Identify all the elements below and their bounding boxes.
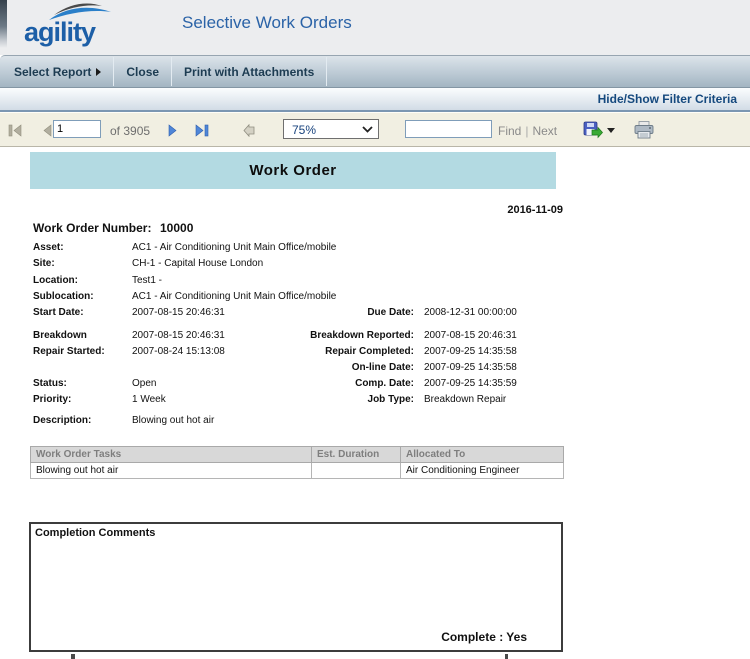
- page-title: Selective Work Orders: [182, 13, 352, 33]
- zoom-value: 75%: [292, 123, 316, 137]
- menu-item-label: Print with Attachments: [184, 65, 314, 79]
- export-caret-icon[interactable]: [607, 128, 615, 133]
- report-toolbar: of 3905 75% Find|Next: [0, 112, 750, 147]
- field-label: Repair Completed:: [250, 346, 414, 357]
- field-label: Priority:: [33, 394, 71, 405]
- field-value: 1 Week: [132, 394, 166, 405]
- field-value: 2007-09-25 14:35:58: [424, 362, 517, 373]
- print-icon[interactable]: [633, 121, 655, 139]
- field-row-start-due: Start Date: 2007-08-15 20:46:31 Due Date…: [0, 307, 563, 320]
- column-header-tasks: Work Order Tasks: [31, 447, 312, 463]
- field-label: Repair Started:: [33, 346, 105, 357]
- export-icon[interactable]: [583, 121, 603, 139]
- field-value: AC1 - Air Conditioning Unit Main Office/…: [132, 242, 336, 253]
- filter-criteria-bar: Hide/Show Filter Criteria: [0, 88, 750, 112]
- field-value: 2007-08-15 20:46:31: [424, 330, 517, 341]
- field-label: Status:: [33, 378, 67, 389]
- field-label: Description:: [33, 415, 91, 426]
- field-value: 2007-08-15 20:46:31: [132, 307, 225, 318]
- app-header: agility Selective Work Orders: [0, 0, 750, 55]
- find-next-separator: |: [521, 124, 532, 138]
- work-order-number-value: 10000: [160, 221, 193, 235]
- field-value: 2007-08-24 15:13:08: [132, 346, 225, 357]
- field-label: Location:: [33, 275, 78, 286]
- field-row-sublocation: Sublocation: AC1 - Air Conditioning Unit…: [0, 291, 563, 304]
- field-label: Comp. Date:: [250, 378, 414, 389]
- agility-logo: agility: [22, 1, 142, 53]
- allocated-cell: Air Conditioning Engineer: [401, 463, 564, 479]
- field-label: Job Type:: [250, 394, 414, 405]
- field-value: 2008-12-31 00:00:00: [424, 307, 517, 318]
- complete-status-label: Complete : Yes: [441, 630, 527, 644]
- field-row-location: Location: Test1 -: [0, 275, 563, 288]
- app-window: agility Selective Work Orders Select Rep…: [0, 0, 750, 659]
- find-button[interactable]: Find: [498, 124, 521, 138]
- column-header-duration: Est. Duration: [312, 447, 401, 463]
- previous-page-icon[interactable]: [42, 124, 53, 137]
- hide-show-filter-toggle[interactable]: Hide/Show Filter Criteria: [598, 88, 750, 110]
- next-button[interactable]: Next: [532, 124, 557, 138]
- field-row-online: On-line Date: 2007-09-25 14:35:58: [0, 362, 563, 375]
- field-value: 2007-09-25 14:35:59: [424, 378, 517, 389]
- field-row-breakdown: Breakdown 2007-08-15 20:46:31 Breakdown …: [0, 330, 563, 343]
- column-header-allocated: Allocated To: [401, 447, 564, 463]
- field-value: Test1 -: [132, 275, 162, 286]
- field-label: Breakdown Reported:: [250, 330, 414, 341]
- parent-report-icon[interactable]: [243, 124, 256, 137]
- find-next-controls: Find|Next: [498, 124, 557, 138]
- field-row-priority-jobtype: Priority: 1 Week Job Type: Breakdown Rep…: [0, 394, 563, 407]
- menu-separator: [326, 57, 327, 86]
- field-value: Blowing out hot air: [132, 415, 214, 426]
- field-label: Site:: [33, 258, 55, 269]
- find-text-input[interactable]: [405, 120, 492, 138]
- report-page: Work Order 2016-11-09 Work Order Number:…: [0, 147, 750, 659]
- field-label: Sublocation:: [33, 291, 94, 302]
- completion-comments-title: Completion Comments: [35, 527, 155, 539]
- field-value: Open: [132, 378, 156, 389]
- menu-item-label: Close: [126, 65, 159, 79]
- report-banner: Work Order: [30, 152, 556, 189]
- field-row-site: Site: CH-1 - Capital House London: [0, 258, 563, 271]
- zoom-select[interactable]: 75%: [283, 119, 379, 139]
- task-cell: Blowing out hot air: [31, 463, 312, 479]
- menu-item-select-report[interactable]: Select Report: [0, 56, 113, 87]
- table-row: Blowing out hot air Air Conditioning Eng…: [31, 463, 564, 479]
- field-label: Due Date:: [250, 307, 414, 318]
- last-page-icon[interactable]: [194, 124, 209, 137]
- first-page-icon[interactable]: [8, 124, 23, 137]
- field-value: CH-1 - Capital House London: [132, 258, 263, 269]
- field-row-asset: Asset: AC1 - Air Conditioning Unit Main …: [0, 242, 563, 255]
- field-value: 2007-08-15 20:46:31: [132, 330, 225, 341]
- menu-item-label: Select Report: [14, 65, 91, 79]
- field-label: On-line Date:: [250, 362, 414, 373]
- total-pages-label: of 3905: [110, 124, 150, 138]
- duration-cell: [312, 463, 401, 479]
- work-order-tasks-table: Work Order Tasks Est. Duration Allocated…: [30, 446, 564, 479]
- field-label: Start Date:: [33, 307, 84, 318]
- chevron-down-icon: [362, 126, 373, 133]
- submenu-arrow-icon: [96, 68, 101, 76]
- field-value: 2007-09-25 14:35:58: [424, 346, 517, 357]
- report-date: 2016-11-09: [0, 204, 563, 216]
- current-page-input[interactable]: [53, 120, 101, 138]
- cutoff-text-artifact: [505, 654, 508, 659]
- window-edge: [0, 0, 7, 48]
- field-label: Breakdown: [33, 330, 87, 341]
- field-row-description: Description: Blowing out hot air: [0, 415, 563, 428]
- table-header-row: Work Order Tasks Est. Duration Allocated…: [31, 447, 564, 463]
- report-title: Work Order: [30, 152, 556, 189]
- menubar: Select Report Close Print with Attachmen…: [0, 55, 750, 88]
- cutoff-text-artifact: [71, 654, 75, 659]
- field-value: AC1 - Air Conditioning Unit Main Office/…: [132, 291, 336, 302]
- next-page-icon[interactable]: [167, 124, 178, 137]
- field-row-repair: Repair Started: 2007-08-24 15:13:08 Repa…: [0, 346, 563, 359]
- field-value: Breakdown Repair: [424, 394, 506, 405]
- field-label: Asset:: [33, 242, 64, 253]
- menu-item-close[interactable]: Close: [114, 56, 171, 87]
- completion-comments-box: Completion Comments Complete : Yes: [29, 522, 563, 652]
- work-order-number-label: Work Order Number:: [33, 221, 151, 235]
- menu-item-print-with-attachments[interactable]: Print with Attachments: [172, 56, 326, 87]
- logo-text: agility: [24, 17, 95, 48]
- field-row-status-comp: Status: Open Comp. Date: 2007-09-25 14:3…: [0, 378, 563, 391]
